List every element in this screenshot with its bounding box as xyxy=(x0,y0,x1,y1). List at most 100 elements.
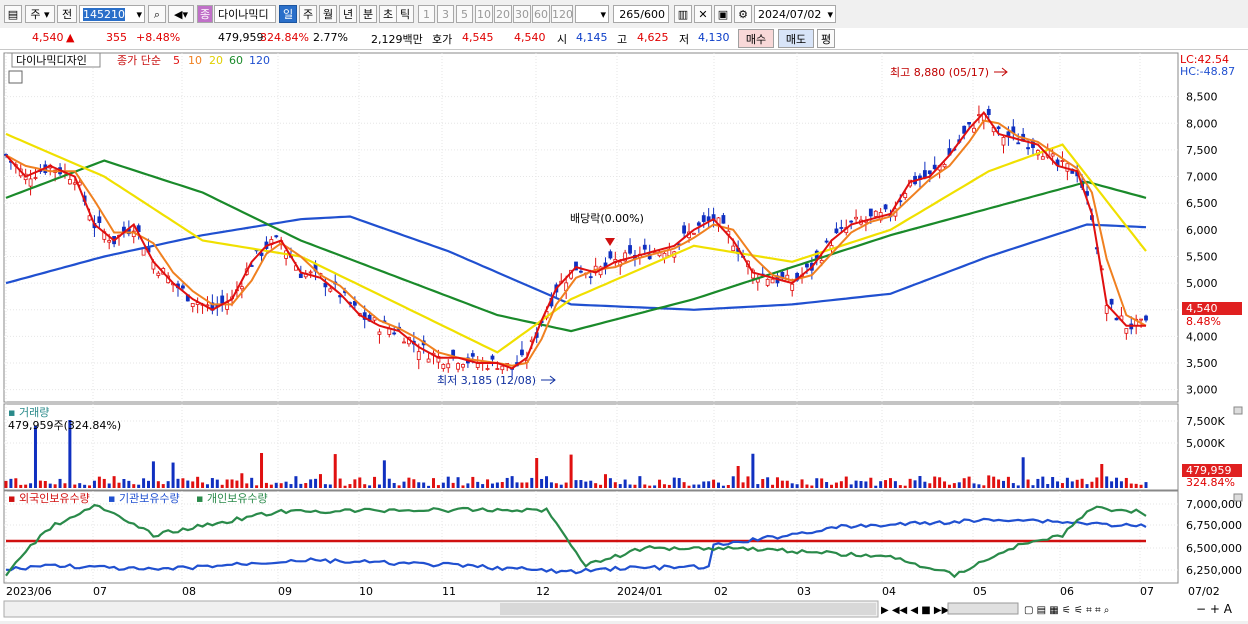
volume-bar xyxy=(898,485,902,488)
tab-period-0[interactable]: 일 xyxy=(279,5,297,23)
volume-bar xyxy=(338,478,342,488)
crosshair-icon[interactable]: ✕ xyxy=(694,5,712,23)
price-axis-tick: 8,500 xyxy=(1186,91,1218,104)
scroll-controls-icon[interactable]: ▶ ◀◀ ◀ ■ ▶▶ xyxy=(881,605,950,616)
volume-bar xyxy=(171,462,175,488)
volume-bar xyxy=(382,460,386,488)
volume-bar xyxy=(107,483,111,488)
volume-bar xyxy=(938,477,942,488)
holdings-close-icon[interactable] xyxy=(1233,493,1243,502)
ma-legend-10: 10 xyxy=(188,54,202,67)
volume-bar xyxy=(456,477,460,488)
volume-bar xyxy=(662,484,666,488)
eval-button[interactable]: 평 xyxy=(817,29,835,48)
volume-bar xyxy=(33,426,37,488)
low-price: 4,130 xyxy=(698,31,730,44)
candle-body xyxy=(426,358,431,363)
table-icon[interactable] xyxy=(8,70,23,84)
volume-bar xyxy=(230,479,234,488)
chart-toolbar: ▤ 주 ▾ 전 145210 ▾ ⌕ ◀▾ 종 다이나믹디 일 주 월 년 분 초… xyxy=(0,0,1248,29)
volume-bar xyxy=(166,481,170,488)
type1-select[interactable]: 주 ▾ xyxy=(25,5,55,23)
volume-bar xyxy=(780,480,784,488)
stock-code-input[interactable]: 145210 ▾ xyxy=(79,5,145,23)
volume-bar xyxy=(756,484,760,488)
tab-period-1[interactable]: 주 xyxy=(299,5,317,23)
candle-body xyxy=(180,285,185,289)
sell-button[interactable]: 매도 xyxy=(778,29,814,48)
type2-select[interactable]: 전 xyxy=(57,5,77,23)
tab-period-5[interactable]: 초 xyxy=(379,5,397,23)
holdings-legend-indiv: ▪ 개인보유수량 xyxy=(196,492,268,505)
volume-bar xyxy=(589,480,593,488)
buy-button[interactable]: 매수 xyxy=(738,29,774,48)
save-icon[interactable]: ▣ xyxy=(714,5,732,23)
volume-bar xyxy=(820,478,824,488)
candle-body xyxy=(461,364,465,368)
tab-period-4[interactable]: 분 xyxy=(359,5,377,23)
stock-chart-area[interactable]: 8,500 8,000 7,500 7,000 6,500 6,000 5,500 5,000… xyxy=(0,50,1248,621)
search-icon[interactable]: ⌕ xyxy=(148,5,166,23)
candle-body xyxy=(883,204,888,210)
candle-body xyxy=(579,270,583,273)
volume-bar xyxy=(844,476,848,488)
num-button-0[interactable]: 1 xyxy=(418,5,435,23)
date-input[interactable]: 2024/07/02 ▾ xyxy=(754,5,836,23)
price-axis-tick: 3,500 xyxy=(1186,357,1218,370)
volume-bar xyxy=(245,483,249,488)
volume-bar xyxy=(957,482,961,488)
volume-bar xyxy=(323,484,327,488)
volume-bar xyxy=(348,484,352,488)
num-button-4[interactable]: 20 xyxy=(494,5,512,23)
volume-bar xyxy=(1046,484,1050,488)
candle-body xyxy=(903,193,908,199)
volume-bar xyxy=(471,476,475,488)
tab-period-2[interactable]: 월 xyxy=(319,5,337,23)
volume-bar xyxy=(269,484,273,488)
volume-bar xyxy=(982,485,986,488)
candle-icon[interactable]: ▥ xyxy=(674,5,692,23)
holdings-axis-tick: 6,500,000 xyxy=(1186,542,1242,555)
volume-bar xyxy=(928,483,932,488)
num-button-1[interactable]: 3 xyxy=(437,5,454,23)
zoom-slider[interactable] xyxy=(947,602,1019,615)
volume-bar xyxy=(972,483,976,488)
volume-bar xyxy=(142,478,146,488)
layout-icon[interactable]: ▤ xyxy=(4,5,22,23)
num-button-2[interactable]: 5 xyxy=(456,5,473,23)
volume-bar xyxy=(893,481,897,488)
candle-body xyxy=(495,368,500,370)
candle-body xyxy=(1026,147,1030,150)
volume-close-icon[interactable] xyxy=(1233,406,1243,415)
volume-bar xyxy=(495,482,499,488)
volume-bar xyxy=(535,458,539,488)
volume-bar xyxy=(137,484,141,488)
view-mode-icons[interactable]: ▢ ▤ ▦ ⚟ ⚟ ⌗ ⌗ ⌕ xyxy=(1024,605,1109,616)
chart-svg: 8,500 8,000 7,500 7,000 6,500 6,000 5,500 5,000… xyxy=(3,52,1243,618)
gear-icon[interactable]: ⚙ xyxy=(734,5,752,23)
volume-bar xyxy=(83,484,87,488)
volume-bar xyxy=(1080,478,1084,488)
holdings-legend-inst: ▪ 기관보유수량 xyxy=(108,492,180,505)
volume-bar xyxy=(422,482,426,488)
volume-bar xyxy=(721,485,725,488)
tab-period-6[interactable]: 틱 xyxy=(396,5,414,23)
volume-bar xyxy=(373,476,377,488)
count-input[interactable]: 265/600 xyxy=(613,5,669,23)
speaker-icon[interactable]: ◀▾ xyxy=(168,5,194,23)
candle-body xyxy=(402,341,406,344)
dropdown-icon[interactable]: ▾ xyxy=(136,6,144,24)
num-button-3[interactable]: 10 xyxy=(475,5,493,23)
zoom-controls-icon[interactable]: − + A xyxy=(1196,602,1233,616)
volume-bar xyxy=(943,481,947,488)
volume-bar xyxy=(402,481,406,488)
holdings-axis-tick: 6,250,000 xyxy=(1186,564,1242,577)
scrollbar-thumb[interactable] xyxy=(500,603,876,615)
volume-bar xyxy=(461,485,465,488)
interval-select[interactable]: ▾ xyxy=(575,5,609,23)
num-button-5[interactable]: 30 xyxy=(513,5,531,23)
num-button-6[interactable]: 60 xyxy=(532,5,550,23)
tab-period-3[interactable]: 년 xyxy=(339,5,357,23)
num-button-7[interactable]: 120 xyxy=(551,5,573,23)
candle-body xyxy=(1114,317,1119,321)
